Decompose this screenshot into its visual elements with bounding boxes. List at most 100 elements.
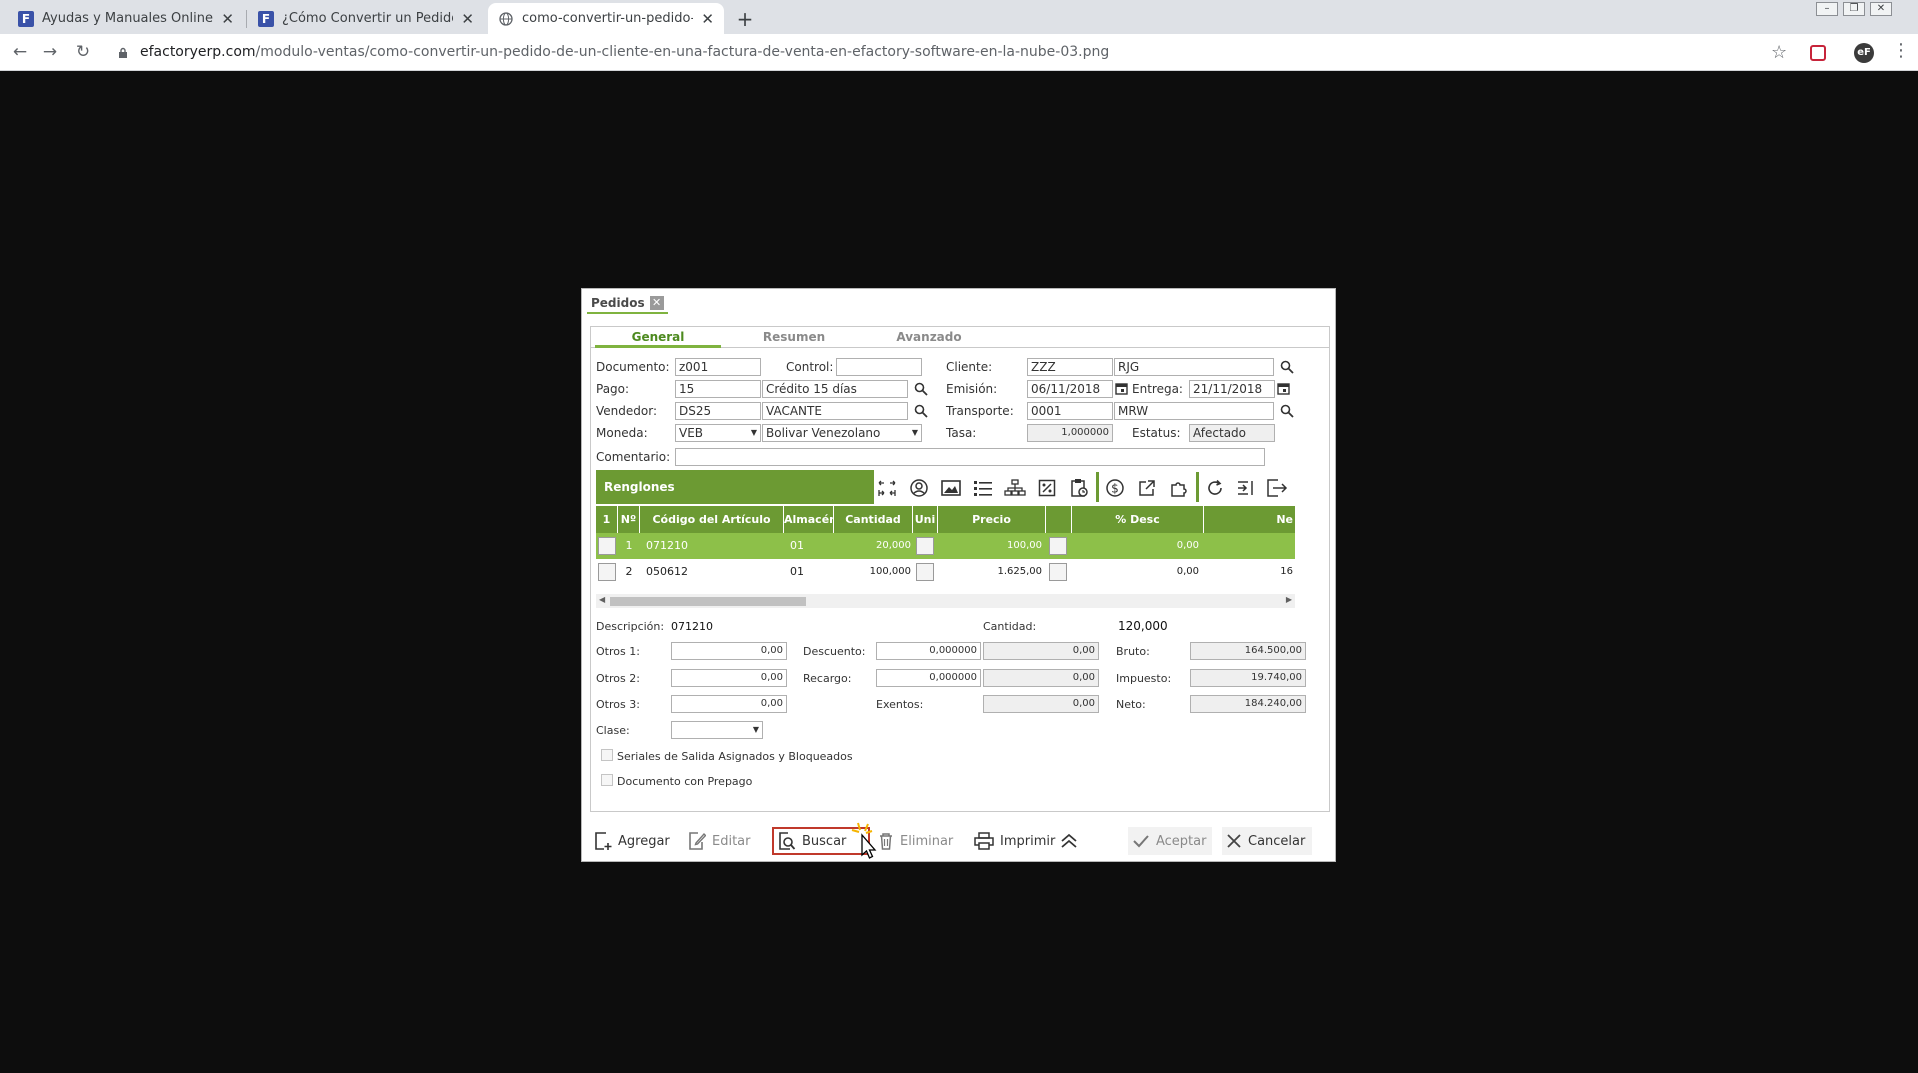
col-extra[interactable]: [1046, 506, 1072, 533]
profile-avatar[interactable]: eF: [1854, 43, 1874, 63]
address-bar-url[interactable]: efactoryerp.com/modulo-ventas/como-conve…: [140, 44, 1109, 60]
refresh-icon[interactable]: [1204, 477, 1226, 499]
pedidos-window-tab[interactable]: Pedidos ✕: [587, 294, 668, 314]
row-checkbox[interactable]: [598, 537, 616, 555]
indent-icon[interactable]: [1234, 477, 1256, 499]
table-row[interactable]: 2 050612 01 100,000 1.625,00 0,00 16: [596, 559, 1295, 585]
control-field[interactable]: [836, 358, 922, 376]
reload-icon[interactable]: ↻: [73, 42, 93, 62]
cancelar-button[interactable]: Cancelar: [1222, 827, 1312, 855]
image-icon[interactable]: [940, 477, 962, 499]
minimize-window-icon[interactable]: –: [1816, 2, 1838, 16]
col-codigo[interactable]: Código del Artículo: [640, 506, 784, 533]
percent-icon[interactable]: [1036, 477, 1058, 499]
aceptar-button[interactable]: Aceptar: [1128, 827, 1212, 855]
recargo-pct-field[interactable]: 0,000000: [876, 669, 981, 687]
calendar-icon[interactable]: [1277, 382, 1290, 395]
otros1-field[interactable]: 0,00: [671, 642, 787, 660]
col-descuento[interactable]: % Desc: [1072, 506, 1204, 533]
extension-icon[interactable]: [1810, 45, 1826, 61]
otros2-field[interactable]: 0,00: [671, 669, 787, 687]
col-precio[interactable]: Precio: [938, 506, 1046, 533]
col-select[interactable]: 1: [596, 506, 618, 533]
scroll-left-icon[interactable]: ◀: [599, 595, 605, 604]
col-unidad[interactable]: Uni: [913, 506, 938, 533]
close-tab-icon[interactable]: ✕: [221, 10, 234, 28]
hierarchy-icon[interactable]: [1004, 477, 1026, 499]
grid-horizontal-scrollbar[interactable]: ◀ ▶: [596, 594, 1295, 608]
seriales-checkbox[interactable]: [601, 749, 613, 761]
cliente-name-field[interactable]: RJG: [1114, 358, 1274, 376]
col-neto[interactable]: Ne: [1204, 506, 1295, 533]
documento-field[interactable]: z001: [675, 358, 761, 376]
user-circle-icon[interactable]: [908, 477, 930, 499]
tab-general[interactable]: General: [595, 330, 721, 344]
close-window-icon[interactable]: ✕: [649, 296, 664, 310]
table-row[interactable]: 1 071210 01 20,000 100,00 0,00: [596, 533, 1295, 559]
exentos-label: Exentos:: [876, 698, 924, 711]
forward-arrow-icon[interactable]: →: [40, 42, 60, 62]
dollar-circle-icon[interactable]: $: [1104, 477, 1126, 499]
transporte-label: Transporte:: [946, 404, 1014, 418]
otros3-field[interactable]: 0,00: [671, 695, 787, 713]
bookmark-star-icon[interactable]: ☆: [1771, 42, 1787, 63]
back-arrow-icon[interactable]: ←: [10, 42, 30, 62]
row-extra-picker[interactable]: [1049, 537, 1067, 555]
scroll-right-icon[interactable]: ▶: [1286, 595, 1292, 604]
new-tab-button[interactable]: +: [732, 6, 758, 32]
editar-button[interactable]: Editar: [684, 827, 755, 855]
tab-resumen[interactable]: Resumen: [731, 330, 857, 344]
tasa-label: Tasa:: [946, 426, 977, 440]
puzzle-icon[interactable]: [1168, 477, 1190, 499]
tasa-field[interactable]: 1,000000: [1027, 424, 1113, 442]
agregar-button[interactable]: Agregar: [590, 827, 674, 855]
browser-menu-icon[interactable]: ⋮: [1892, 40, 1910, 61]
col-cantidad[interactable]: Cantidad: [834, 506, 913, 533]
external-link-icon[interactable]: [1136, 477, 1158, 499]
search-icon[interactable]: [1280, 360, 1294, 374]
transporte-name-field[interactable]: MRW: [1114, 402, 1274, 420]
moneda-code-select[interactable]: VEB: [675, 424, 761, 442]
search-icon[interactable]: [914, 404, 928, 418]
row-unidad-picker[interactable]: [916, 563, 934, 581]
col-almacen[interactable]: Almacén: [784, 506, 834, 533]
descuento-pct-field[interactable]: 0,000000: [876, 642, 981, 660]
comentario-field[interactable]: [675, 448, 1265, 466]
vendedor-code-field[interactable]: DS25: [675, 402, 761, 420]
list-icon[interactable]: [972, 477, 994, 499]
prepago-checkbox[interactable]: [601, 774, 613, 786]
clipboard-icon[interactable]: [1068, 477, 1090, 499]
lock-icon[interactable]: [118, 47, 128, 59]
tab-title: como-convertir-un-pedido-de-u: [522, 11, 694, 26]
entrega-date-field[interactable]: 21/11/2018: [1189, 380, 1275, 398]
expand-columns-icon[interactable]: [876, 477, 898, 499]
row-unidad-picker[interactable]: [916, 537, 934, 555]
close-tab-icon[interactable]: ✕: [701, 10, 714, 28]
restore-window-icon[interactable]: ❐: [1843, 2, 1865, 16]
vendedor-name-field[interactable]: VACANTE: [762, 402, 908, 420]
pago-name-field[interactable]: Crédito 15 días: [762, 380, 908, 398]
clase-select[interactable]: [671, 721, 763, 739]
close-tab-icon[interactable]: ✕: [461, 10, 474, 28]
browser-tab-active-image[interactable]: como-convertir-un-pedido-de-u ✕: [488, 3, 724, 34]
search-icon[interactable]: [914, 382, 928, 396]
eliminar-button[interactable]: Eliminar: [874, 827, 957, 855]
export-icon[interactable]: [1266, 477, 1288, 499]
emision-date-field[interactable]: 06/11/2018: [1027, 380, 1113, 398]
calendar-icon[interactable]: [1115, 382, 1128, 395]
search-icon[interactable]: [1280, 404, 1294, 418]
close-window-icon[interactable]: ✕: [1870, 2, 1892, 16]
cliente-code-field[interactable]: ZZZ: [1027, 358, 1113, 376]
imprimir-button[interactable]: Imprimir: [970, 827, 1059, 855]
row-checkbox[interactable]: [598, 563, 616, 581]
browser-tab-ayudas[interactable]: F Ayudas y Manuales Online de eF ✕: [8, 3, 244, 34]
browser-tab-como-convertir[interactable]: F ¿Cómo Convertir un Pedido de u ✕: [248, 3, 484, 34]
tab-avanzado[interactable]: Avanzado: [866, 330, 992, 344]
moneda-name-select[interactable]: Bolivar Venezolano: [762, 424, 922, 442]
row-extra-picker[interactable]: [1049, 563, 1067, 581]
transporte-code-field[interactable]: 0001: [1027, 402, 1113, 420]
collapse-button[interactable]: [1056, 827, 1088, 855]
col-number[interactable]: Nº: [618, 506, 640, 533]
pago-code-field[interactable]: 15: [675, 380, 761, 398]
scrollbar-thumb[interactable]: [610, 597, 806, 606]
